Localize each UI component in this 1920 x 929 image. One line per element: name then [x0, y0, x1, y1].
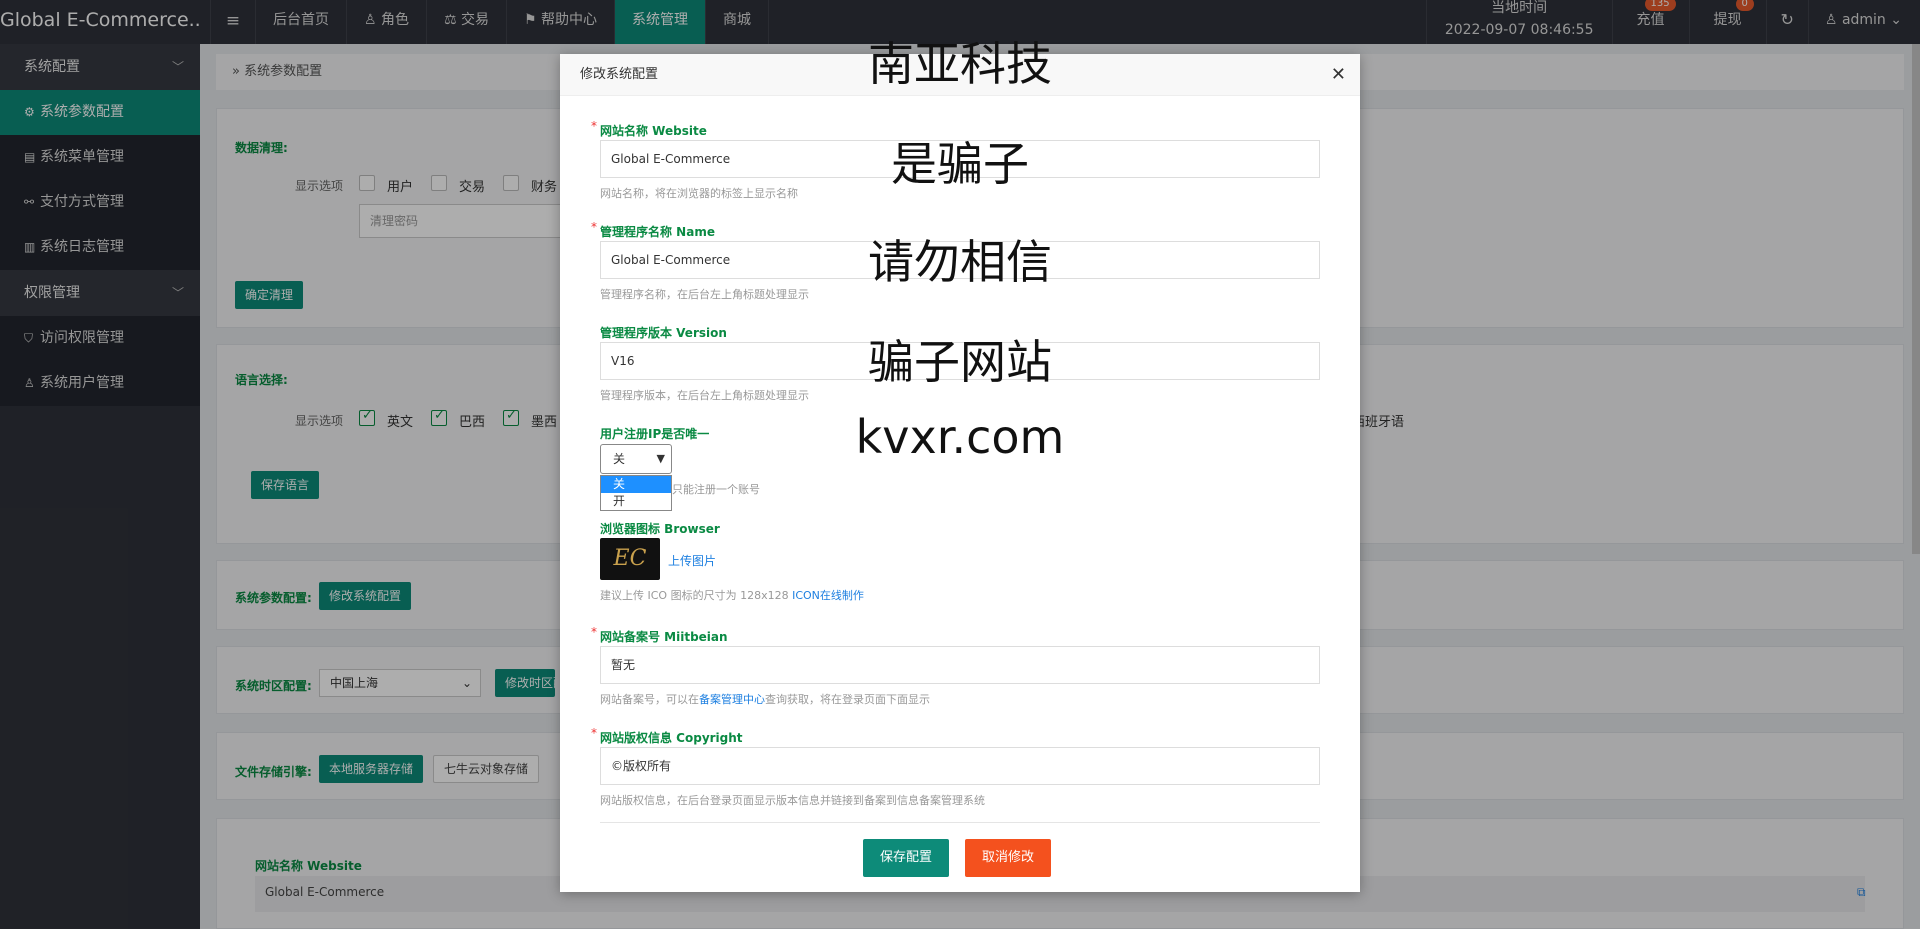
- icon-maker-link[interactable]: ICON在线制作: [792, 589, 864, 602]
- ip-unique-dropdown: 关 开: [600, 475, 672, 511]
- modal-divider: [600, 822, 1320, 823]
- favicon-help: 建议上传 ICO 图标的尺寸为 128x128 ICON在线制作: [600, 589, 864, 602]
- beian-help: 网站备案号，可以在备案管理中心查询获取，将在登录页面下面显示: [600, 693, 930, 706]
- watermark-line-3: 请勿相信: [868, 235, 1052, 289]
- favicon-label: 浏览器图标 Browser: [600, 522, 720, 536]
- beian-label: 网站备案号 Miitbeian: [600, 630, 728, 644]
- required-mark: *: [591, 726, 597, 740]
- favicon-image: EC: [600, 538, 660, 580]
- copyright-input[interactable]: ©版权所有: [600, 747, 1320, 785]
- watermark-line-5: kvxr.com: [855, 410, 1065, 464]
- copyright-help: 网站版权信息，在后台登录页面显示版本信息并链接到备案到信息备案管理系统: [600, 794, 985, 807]
- copyright-label: 网站版权信息 Copyright: [600, 731, 743, 745]
- upload-image-link[interactable]: 上传图片: [668, 552, 716, 569]
- ip-unique-help: 只能注册一个账号: [672, 483, 760, 496]
- watermark-line-2: 是骗子: [891, 137, 1029, 191]
- option-off[interactable]: 关: [601, 476, 671, 493]
- required-mark: *: [591, 625, 597, 639]
- cancel-edit-button[interactable]: 取消修改: [965, 839, 1052, 877]
- beian-center-link[interactable]: 备案管理中心: [699, 693, 765, 706]
- watermark-line-4: 骗子网站: [868, 335, 1052, 389]
- beian-input[interactable]: 暂无: [600, 646, 1320, 684]
- option-on[interactable]: 开: [601, 493, 671, 510]
- watermark-line-1: 南亚科技: [868, 37, 1052, 91]
- save-config-button[interactable]: 保存配置: [863, 839, 950, 877]
